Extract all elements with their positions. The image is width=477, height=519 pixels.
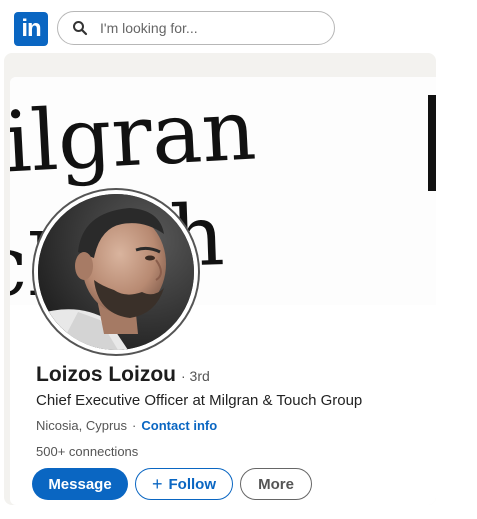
more-button[interactable]: More	[240, 468, 312, 500]
plus-icon: +	[151, 473, 163, 494]
profile-name: Loizos Loizou	[36, 363, 176, 386]
connections-count: 500+ connections	[36, 444, 139, 459]
follow-button[interactable]: + Follow	[135, 468, 233, 500]
contact-info-link[interactable]: Contact info	[141, 418, 217, 433]
banner-text-line-1: ilgran	[10, 80, 259, 192]
avatar-photo	[38, 194, 194, 350]
profile-location: Nicosia, Cyprus	[36, 418, 128, 433]
location-separator: ·	[132, 418, 137, 433]
linkedin-logo[interactable]: in	[14, 12, 48, 46]
location-row: Nicosia, Cyprus · Contact info	[36, 418, 217, 433]
follow-label: Follow	[168, 475, 217, 493]
search-icon	[72, 20, 88, 36]
profile-name-row: Loizos Loizou · 3rd	[36, 363, 210, 387]
connection-degree: · 3rd	[180, 368, 210, 384]
profile-card-body: ilgran ch h	[10, 77, 436, 505]
profile-avatar[interactable]	[34, 190, 198, 354]
logo-text: in	[21, 15, 41, 42]
profile-headline: Chief Executive Officer at Milgran & Tou…	[36, 392, 363, 409]
banner-decoration	[428, 95, 436, 191]
search-input[interactable]	[98, 19, 302, 37]
search-bar[interactable]	[57, 11, 335, 45]
message-button[interactable]: Message	[32, 468, 128, 500]
profile-card: ilgran ch h	[4, 53, 436, 505]
profile-actions: Message + Follow More	[32, 468, 312, 500]
